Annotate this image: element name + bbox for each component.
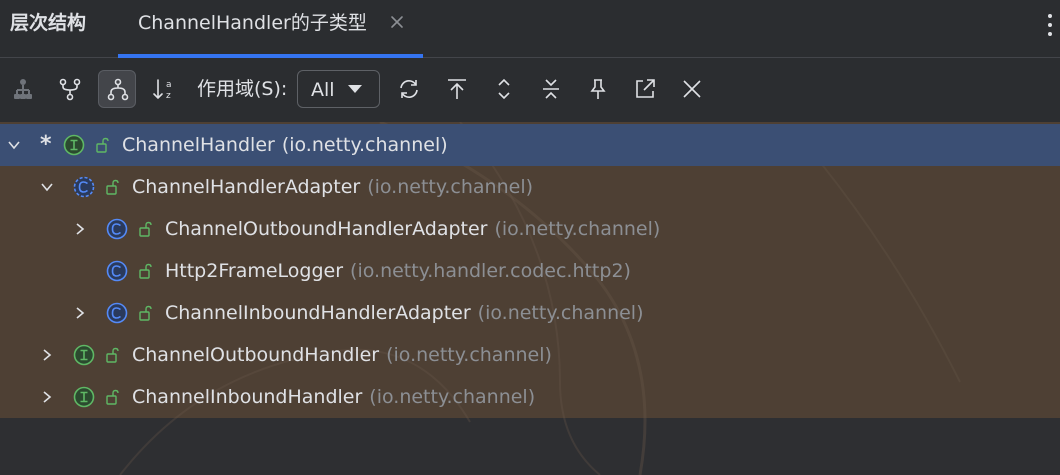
open-in-new-button[interactable] xyxy=(626,70,664,108)
scroll-to-top-button[interactable] xyxy=(438,70,476,108)
class-icon xyxy=(106,218,128,240)
hierarchy-toolbar: a z 作用域(S): All xyxy=(0,58,1060,122)
tab-subtypes[interactable]: ChannelHandler的子类型 xyxy=(118,0,423,58)
public-access-icon xyxy=(139,221,152,237)
public-access-icon xyxy=(139,263,152,279)
class-hierarchy-icon xyxy=(14,79,32,99)
expand-all-button[interactable] xyxy=(485,70,523,108)
tab-label: ChannelHandler的子类型 xyxy=(138,12,367,34)
collapse-all-icon xyxy=(543,79,559,99)
chevron-right-icon[interactable] xyxy=(72,305,88,321)
class-name: ChannelHandler xyxy=(122,134,275,156)
tree-empty-area xyxy=(0,418,1060,475)
package-name: (io.netty.channel) xyxy=(281,134,448,156)
open-in-new-icon xyxy=(636,79,655,98)
pin-icon xyxy=(590,79,606,99)
class-name: ChannelHandlerAdapter xyxy=(132,176,361,198)
subtypes-hierarchy-button[interactable] xyxy=(98,70,136,108)
tree-row[interactable]: ChannelHandlerAdapter (io.netty.channel) xyxy=(0,166,1060,208)
interface-icon xyxy=(63,134,85,156)
refresh-icon xyxy=(400,80,418,98)
chevron-right-icon[interactable] xyxy=(39,347,55,363)
chevron-right-icon[interactable] xyxy=(39,389,55,405)
class-icon xyxy=(106,302,128,324)
class-name: ChannelInboundHandlerAdapter xyxy=(165,302,471,324)
scope-value: All xyxy=(311,79,335,101)
class-icon xyxy=(106,260,128,282)
svg-text:a: a xyxy=(166,80,172,90)
tool-window-header: 层次结构 ChannelHandler的子类型 xyxy=(0,0,1060,58)
tree-row[interactable]: ChannelOutboundHandler (io.netty.channel) xyxy=(0,334,1060,376)
scope-dropdown[interactable]: All xyxy=(297,70,380,108)
package-name: (io.netty.channel) xyxy=(494,218,661,240)
public-access-icon xyxy=(106,347,119,363)
public-access-icon xyxy=(139,305,152,321)
tree-row[interactable]: ChannelInboundHandlerAdapter (io.netty.ch… xyxy=(0,292,1060,334)
class-name: ChannelOutboundHandler xyxy=(132,344,380,366)
tree-row[interactable]: ChannelOutboundHandlerAdapter (io.netty.c… xyxy=(0,208,1060,250)
more-vertical-icon[interactable] xyxy=(1046,12,1054,38)
base-class-marker: * xyxy=(40,132,52,157)
scroll-to-top-icon xyxy=(448,79,466,99)
abstract-class-icon xyxy=(73,176,95,198)
tree-row[interactable]: * ChannelHandler (io.netty.channel) xyxy=(0,124,1060,166)
package-name: (io.netty.handler.codec.http2) xyxy=(350,260,631,282)
public-access-icon xyxy=(96,137,109,153)
interface-icon xyxy=(73,386,95,408)
tree-row[interactable]: Http2FrameLogger (io.netty.handler.codec.… xyxy=(0,250,1060,292)
class-hierarchy-button[interactable] xyxy=(4,70,42,108)
refresh-button[interactable] xyxy=(390,70,428,108)
close-icon xyxy=(683,80,701,98)
close-icon[interactable] xyxy=(388,12,406,32)
public-access-icon xyxy=(106,389,119,405)
svg-text:z: z xyxy=(166,91,171,101)
package-name: (io.netty.channel) xyxy=(477,302,644,324)
class-name: Http2FrameLogger xyxy=(165,260,344,282)
pin-button[interactable] xyxy=(579,70,617,108)
chevron-down-icon[interactable] xyxy=(6,137,22,153)
panel-title: 层次结构 xyxy=(10,12,87,34)
chevron-right-icon[interactable] xyxy=(72,221,88,237)
tree-row[interactable]: ChannelInboundHandler (io.netty.channel) xyxy=(0,376,1060,418)
subtypes-hierarchy-icon xyxy=(107,78,129,101)
supertypes-hierarchy-icon xyxy=(59,78,81,101)
interface-icon xyxy=(73,344,95,366)
chevron-down-icon xyxy=(348,85,362,93)
hierarchy-tool-window: 层次结构 ChannelHandler的子类型 a z 作用域(S): All … xyxy=(0,0,1060,475)
supertypes-hierarchy-button[interactable] xyxy=(51,70,89,108)
expand-all-icon xyxy=(498,78,510,100)
class-name: ChannelInboundHandler xyxy=(132,386,363,408)
sort-alphabetically-button[interactable]: a z xyxy=(145,70,183,108)
close-panel-button[interactable] xyxy=(673,70,711,108)
package-name: (io.netty.channel) xyxy=(367,176,534,198)
public-access-icon xyxy=(106,179,119,195)
scope-label: 作用域(S): xyxy=(197,78,288,100)
collapse-all-button[interactable] xyxy=(532,70,570,108)
package-name: (io.netty.channel) xyxy=(386,344,552,366)
package-name: (io.netty.channel) xyxy=(369,386,536,408)
class-name: ChannelOutboundHandlerAdapter xyxy=(165,218,488,240)
chevron-down-icon[interactable] xyxy=(39,179,55,195)
sort-alphabetically-icon: a z xyxy=(153,79,172,101)
